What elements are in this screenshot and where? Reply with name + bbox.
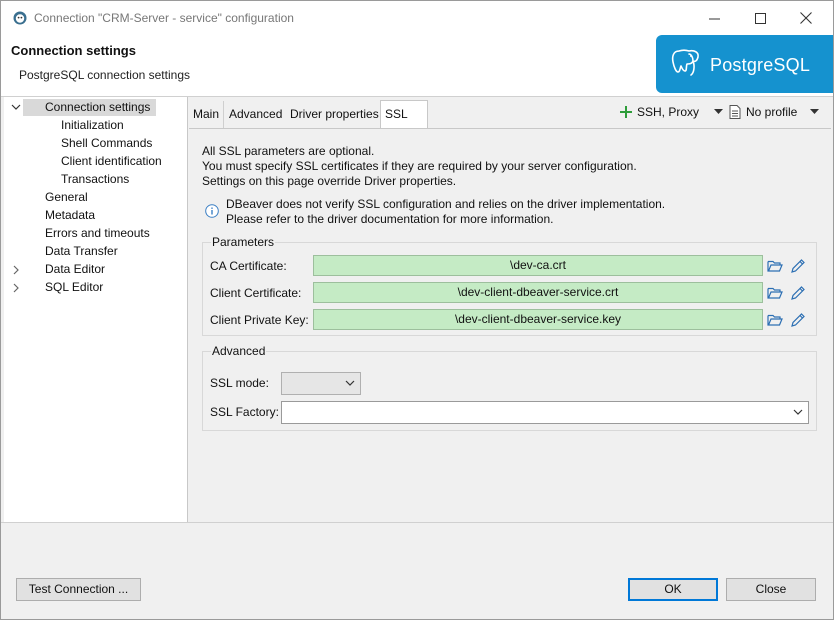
- close-icon: [800, 12, 812, 24]
- close-button[interactable]: Close: [726, 578, 816, 601]
- ca-certificate-label: CA Certificate:: [210, 259, 287, 273]
- folder-open-icon[interactable]: [767, 258, 783, 274]
- info-icon: [205, 204, 219, 218]
- ca-certificate-input[interactable]: \dev-ca.crt: [313, 255, 763, 276]
- folder-open-icon[interactable]: [767, 285, 783, 301]
- document-icon: [729, 105, 741, 119]
- settings-content: Main Advanced Driver properties SSL SSH,…: [189, 97, 833, 522]
- chevron-down-icon[interactable]: [11, 102, 21, 112]
- plus-icon: [620, 106, 632, 118]
- ssh-proxy-label: SSH, Proxy: [637, 105, 700, 119]
- folder-open-icon[interactable]: [767, 312, 783, 328]
- nav-item-data-editor[interactable]: Data Editor: [45, 261, 105, 278]
- pencil-icon[interactable]: [790, 285, 806, 301]
- chevron-right-icon[interactable]: [11, 283, 21, 293]
- postgresql-elephant-icon: [671, 49, 699, 76]
- dropdown-arrow-icon: [714, 109, 724, 114]
- test-connection-button[interactable]: Test Connection ...: [16, 578, 141, 601]
- nav-item-errors-timeouts[interactable]: Errors and timeouts: [45, 225, 150, 242]
- connection-config-window: Connection "CRM-Server - service" config…: [0, 0, 834, 620]
- pencil-icon[interactable]: [790, 312, 806, 328]
- ssh-proxy-button[interactable]: SSH, Proxy: [620, 105, 724, 119]
- client-certificate-label: Client Certificate:: [210, 286, 302, 300]
- chevron-down-icon: [793, 409, 803, 415]
- ssl-panel: All SSL parameters are optional. You mus…: [189, 128, 831, 522]
- pencil-icon[interactable]: [790, 258, 806, 274]
- minimize-icon: [708, 18, 720, 19]
- window-title: Connection "CRM-Server - service" config…: [34, 11, 294, 25]
- postgresql-logo-text: PostgreSQL: [710, 55, 811, 75]
- title-bar: Connection "CRM-Server - service" config…: [1, 1, 833, 35]
- tab-bar: Main Advanced Driver properties SSL SSH,…: [189, 99, 833, 144]
- ssl-intro-line-2: You must specify SSL certificates if the…: [202, 159, 637, 173]
- tab-main[interactable]: Main: [189, 101, 225, 128]
- tab-advanced[interactable]: Advanced: [225, 101, 288, 128]
- advanced-group-label: Advanced: [211, 344, 267, 358]
- header-title: Connection settings: [11, 43, 136, 58]
- header-subtitle: PostgreSQL connection settings: [19, 68, 190, 82]
- close-window-button[interactable]: [791, 5, 821, 31]
- ssl-note-line-1: DBeaver does not verify SSL configuratio…: [226, 197, 666, 211]
- dialog-button-bar: Test Connection ... OK Close: [1, 522, 833, 619]
- profile-label: No profile: [746, 105, 798, 119]
- postgresql-logo: PostgreSQL: [656, 35, 833, 93]
- nav-item-connection-settings[interactable]: Connection settings: [23, 99, 156, 116]
- tab-ssl[interactable]: SSL: [380, 100, 428, 144]
- client-certificate-input[interactable]: \dev-client-dbeaver-service.crt: [313, 282, 763, 303]
- client-private-key-input[interactable]: \dev-client-dbeaver-service.key: [313, 309, 763, 330]
- nav-item-sql-editor[interactable]: SQL Editor: [45, 279, 103, 296]
- tab-driver-properties[interactable]: Driver properties: [286, 101, 384, 128]
- maximize-button[interactable]: [745, 5, 775, 31]
- parameters-group-label: Parameters: [211, 235, 276, 249]
- nav-item-client-identification[interactable]: Client identification: [61, 153, 162, 170]
- client-private-key-label: Client Private Key:: [210, 313, 309, 327]
- nav-item-transactions[interactable]: Transactions: [61, 171, 129, 188]
- dialog-header: Connection settings PostgreSQL connectio…: [1, 35, 833, 97]
- chevron-right-icon[interactable]: [11, 265, 21, 275]
- nav-item-shell-commands[interactable]: Shell Commands: [61, 135, 152, 152]
- ssl-intro-line-1: All SSL parameters are optional.: [202, 144, 375, 158]
- settings-nav-tree: Connection settings Initialization Shell…: [4, 97, 188, 522]
- chevron-down-icon: [345, 380, 355, 386]
- nav-item-metadata[interactable]: Metadata: [45, 207, 95, 224]
- nav-item-data-transfer[interactable]: Data Transfer: [45, 243, 118, 260]
- ssl-mode-select[interactable]: [281, 372, 361, 395]
- ssl-factory-label: SSL Factory:: [210, 405, 279, 419]
- nav-item-initialization[interactable]: Initialization: [61, 117, 124, 134]
- ok-button[interactable]: OK: [628, 578, 718, 601]
- ssl-mode-label: SSL mode:: [210, 376, 269, 390]
- maximize-icon: [754, 12, 766, 24]
- ssl-note-line-2: Please refer to the driver documentation…: [226, 212, 554, 226]
- advanced-group: Advanced SSL mode: SSL Factory:: [202, 344, 817, 431]
- minimize-button[interactable]: [699, 5, 729, 31]
- tab-ssl-label: SSL: [385, 107, 408, 121]
- profile-button[interactable]: No profile: [729, 105, 820, 119]
- dbeaver-app-icon: [13, 11, 27, 25]
- nav-item-general[interactable]: General: [45, 189, 88, 206]
- parameters-group: Parameters CA Certificate: \dev-ca.crt C…: [202, 235, 817, 336]
- ssl-intro-line-3: Settings on this page override Driver pr…: [202, 174, 457, 188]
- ssl-factory-combo[interactable]: [281, 401, 809, 424]
- dropdown-arrow-icon: [810, 109, 820, 114]
